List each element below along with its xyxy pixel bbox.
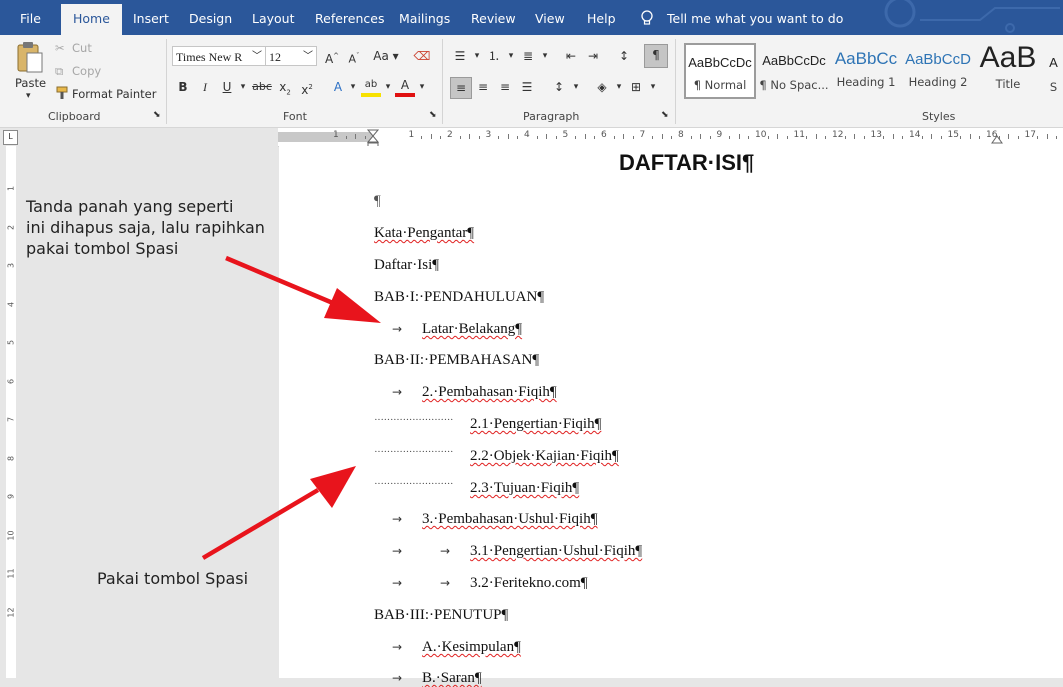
- annotation-arrow-1-shaft: [225, 255, 341, 309]
- annotation-arrow-2-shaft: [201, 488, 320, 560]
- annotation-arrow-1-head: [324, 288, 381, 323]
- annotation-arrows: [201, 255, 381, 560]
- annotation-arrow-2-head: [310, 466, 356, 508]
